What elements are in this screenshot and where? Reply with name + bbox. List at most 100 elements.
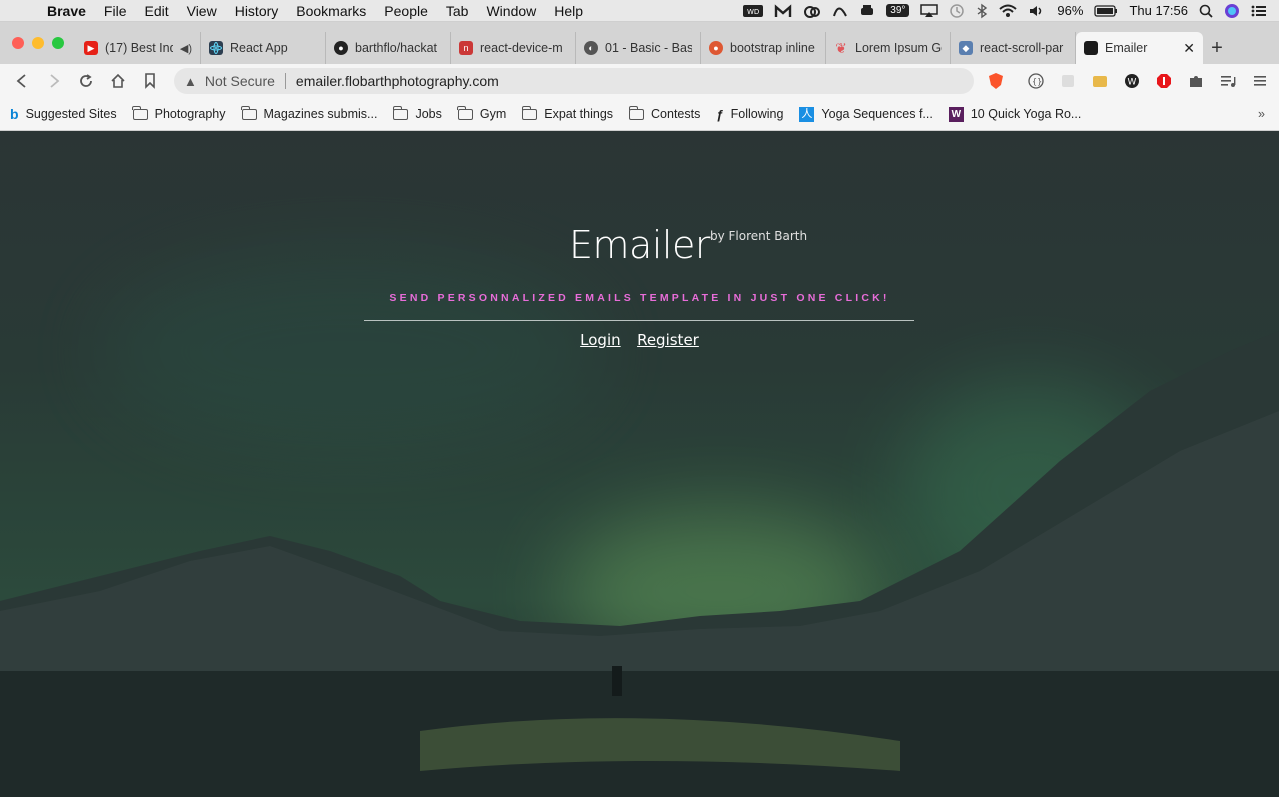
menu-edit[interactable]: Edit bbox=[135, 3, 177, 19]
malwarebytes-icon[interactable] bbox=[774, 3, 792, 18]
menu-window[interactable]: Window bbox=[477, 3, 545, 19]
wifi-icon[interactable] bbox=[999, 4, 1018, 18]
page-title: Emailer by Florent Barth bbox=[569, 223, 807, 267]
login-link[interactable]: Login bbox=[580, 331, 620, 349]
temperature-badge[interactable]: 39° bbox=[886, 4, 910, 17]
folder-extension-icon[interactable] bbox=[1084, 66, 1116, 96]
tab-youtube[interactable]: ▶ (17) Best Ind ◀) bbox=[76, 32, 201, 64]
tab-basic[interactable]: ◐ 01 - Basic - Bas bbox=[576, 32, 701, 64]
airplay-icon[interactable] bbox=[920, 3, 939, 18]
close-tab-icon[interactable]: ✕ bbox=[1183, 40, 1195, 57]
bluetooth-icon[interactable] bbox=[976, 3, 988, 19]
menu-file[interactable]: File bbox=[95, 3, 136, 19]
tab-lorem-ipsum[interactable]: ❦ Lorem Ipsum Ge bbox=[826, 32, 951, 64]
tab-github[interactable]: ● barthflo/hackat bbox=[326, 32, 451, 64]
npm-icon: n bbox=[459, 41, 473, 55]
menu-bookmarks[interactable]: Bookmarks bbox=[287, 3, 375, 19]
siri-icon[interactable] bbox=[1224, 3, 1240, 19]
menu-view[interactable]: View bbox=[178, 3, 226, 19]
bookmark-folder-jobs[interactable]: Jobs bbox=[393, 105, 442, 121]
tab-label: bootstrap inline bbox=[730, 41, 815, 55]
address-bar[interactable]: ▲ Not Secure emailer.flobarthphotography… bbox=[174, 68, 974, 94]
home-button[interactable] bbox=[102, 66, 134, 96]
wordpress-extension-icon[interactable]: W bbox=[1116, 66, 1148, 96]
printer-icon[interactable] bbox=[859, 4, 875, 18]
shield-icon: ◆ bbox=[959, 41, 973, 55]
battery-percent: 96% bbox=[1057, 3, 1084, 18]
warning-icon[interactable]: ▲ bbox=[184, 74, 197, 89]
wd-drive-icon[interactable]: WD bbox=[743, 4, 764, 17]
speaker-icon[interactable]: ◀) bbox=[180, 42, 192, 55]
playlist-icon[interactable] bbox=[1212, 66, 1244, 96]
menu-app-name[interactable]: Brave bbox=[38, 3, 95, 19]
clock[interactable]: Thu 17:56 bbox=[1129, 3, 1188, 18]
bookmark-folder-expat[interactable]: Expat things bbox=[521, 105, 613, 121]
bookmark-label: Contests bbox=[651, 107, 701, 121]
register-link[interactable]: Register bbox=[637, 331, 699, 349]
time-machine-icon[interactable] bbox=[949, 3, 965, 19]
tab-label: React App bbox=[230, 41, 288, 55]
close-window-button[interactable] bbox=[12, 37, 24, 49]
puzzle-extensions-icon[interactable] bbox=[1180, 66, 1212, 96]
tagline: SEND PERSONNALIZED EMAILS TEMPLATE IN JU… bbox=[389, 292, 890, 304]
url-text[interactable]: emailer.flobarthphotography.com bbox=[296, 73, 499, 89]
adblock-extension-icon[interactable] bbox=[1148, 66, 1180, 96]
w-icon: W bbox=[948, 106, 964, 122]
bookmark-folder-contests[interactable]: Contests bbox=[628, 105, 701, 121]
svg-text:W: W bbox=[1128, 78, 1137, 88]
bookmark-folder-gym[interactable]: Gym bbox=[457, 105, 507, 121]
new-tab-button[interactable]: + bbox=[1203, 32, 1231, 64]
bookmark-label: Suggested Sites bbox=[25, 107, 117, 121]
bookmark-page-button[interactable] bbox=[134, 66, 166, 96]
security-label[interactable]: Not Secure bbox=[205, 73, 275, 89]
lorem-icon: ❦ bbox=[835, 39, 847, 56]
menu-icon[interactable] bbox=[1244, 66, 1276, 96]
bookmark-label: 10 Quick Yoga Ro... bbox=[970, 107, 1082, 121]
creative-cloud-icon[interactable] bbox=[803, 4, 821, 18]
brackets-extension-icon[interactable]: {} bbox=[1020, 66, 1052, 96]
auth-links: Login Register bbox=[0, 331, 1279, 350]
bookmark-label: Gym bbox=[479, 107, 507, 121]
volume-icon[interactable] bbox=[1028, 4, 1046, 18]
folder-icon bbox=[393, 105, 409, 120]
bookmark-following[interactable]: ƒ Following bbox=[716, 107, 783, 122]
menu-history[interactable]: History bbox=[226, 3, 288, 19]
youtube-icon: ▶ bbox=[84, 41, 98, 55]
bookmarks-bar: b Suggested Sites Photography Magazines … bbox=[0, 98, 1279, 131]
bookmark-yoga-sequences[interactable]: 人 Yoga Sequences f... bbox=[799, 106, 933, 122]
divider bbox=[364, 320, 914, 321]
bookmark-suggested-sites[interactable]: b Suggested Sites bbox=[10, 106, 117, 122]
menu-tab[interactable]: Tab bbox=[437, 3, 478, 19]
minimize-window-button[interactable] bbox=[32, 37, 44, 49]
bookmark-label: Photography bbox=[154, 107, 226, 121]
yoga-icon: 人 bbox=[799, 106, 815, 122]
github-icon: ● bbox=[334, 41, 348, 55]
reload-button[interactable] bbox=[70, 66, 102, 96]
zoom-window-button[interactable] bbox=[52, 37, 64, 49]
brave-shields-icon[interactable] bbox=[980, 66, 1012, 96]
menu-people[interactable]: People bbox=[375, 3, 437, 19]
tab-react-scroll[interactable]: ◆ react-scroll-par bbox=[951, 32, 1076, 64]
tab-npm[interactable]: n react-device-m bbox=[451, 32, 576, 64]
duckduckgo-icon: ● bbox=[709, 41, 723, 55]
battery-icon[interactable] bbox=[1094, 4, 1118, 17]
tab-duckduckgo[interactable]: ● bootstrap inline bbox=[701, 32, 826, 64]
grid-extension-icon[interactable] bbox=[1052, 66, 1084, 96]
back-button[interactable] bbox=[6, 66, 38, 96]
bookmark-folder-photography[interactable]: Photography bbox=[132, 105, 226, 121]
bookmark-label: Following bbox=[730, 107, 784, 121]
pen-icon[interactable] bbox=[832, 4, 848, 18]
notification-center-icon[interactable] bbox=[1251, 4, 1267, 18]
omnibox-divider bbox=[284, 73, 286, 89]
tab-emailer[interactable]: Emailer ✕ bbox=[1076, 32, 1203, 64]
tab-react-app[interactable]: React App bbox=[201, 32, 326, 64]
bookmarks-overflow-icon[interactable]: » bbox=[1258, 107, 1265, 121]
svg-text:{}: {} bbox=[1032, 77, 1042, 86]
tab-label: (17) Best Ind bbox=[105, 41, 173, 55]
bookmark-quick-yoga[interactable]: W 10 Quick Yoga Ro... bbox=[948, 106, 1082, 122]
emailer-icon bbox=[1084, 41, 1098, 55]
bookmark-folder-magazines[interactable]: Magazines submis... bbox=[241, 105, 377, 121]
forward-button[interactable] bbox=[38, 66, 70, 96]
menu-help[interactable]: Help bbox=[545, 3, 592, 19]
spotlight-search-icon[interactable] bbox=[1199, 4, 1213, 18]
